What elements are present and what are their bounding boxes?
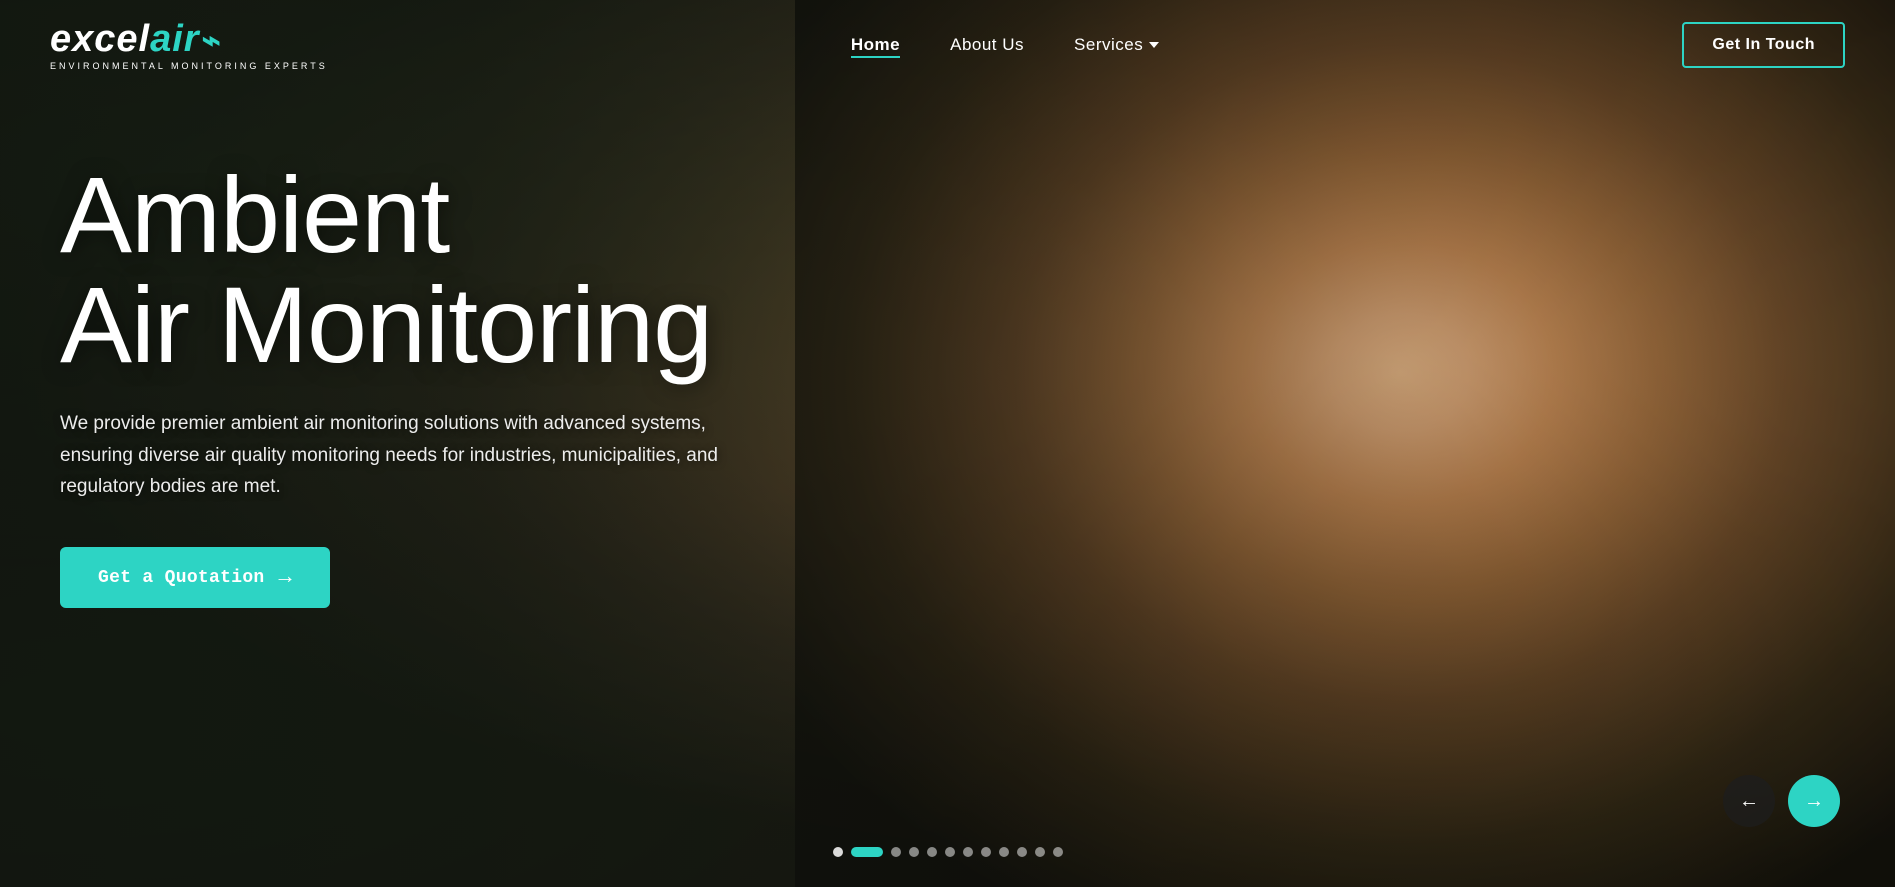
dot-11[interactable] [1035, 847, 1045, 857]
chevron-down-icon [1149, 42, 1159, 48]
nav-item-home[interactable]: Home [851, 35, 900, 55]
hero-section: excelair⌁ ENVIRONMENTAL MONITORING EXPER… [0, 0, 1895, 887]
hero-title: Ambient Air Monitoring [60, 160, 740, 380]
hero-title-line1: Ambient [60, 154, 449, 275]
nav-item-services[interactable]: Services [1074, 35, 1159, 55]
logo-subtitle: ENVIRONMENTAL MONITORING EXPERTS [50, 61, 328, 71]
nav-link-about[interactable]: About Us [950, 35, 1024, 54]
cta-label: Get a Quotation [98, 568, 265, 588]
arrow-right-icon: → [279, 565, 293, 590]
dot-8[interactable] [981, 847, 991, 857]
logo-excel: excel [50, 18, 150, 60]
hero-content: Ambient Air Monitoring We provide premie… [60, 160, 740, 608]
dot-6[interactable] [945, 847, 955, 857]
logo-text: excelair⌁ [50, 20, 222, 58]
slider-next-button[interactable]: → [1788, 775, 1840, 827]
dot-10[interactable] [1017, 847, 1027, 857]
dot-9[interactable] [999, 847, 1009, 857]
nav-link-home[interactable]: Home [851, 35, 900, 58]
nav-item-about[interactable]: About Us [950, 35, 1024, 55]
get-in-touch-button[interactable]: Get In Touch [1682, 22, 1845, 68]
navigation: excelair⌁ ENVIRONMENTAL MONITORING EXPER… [0, 0, 1895, 90]
dot-12[interactable] [1053, 847, 1063, 857]
logo-icon: ⌁ [202, 22, 222, 58]
logo: excelair⌁ ENVIRONMENTAL MONITORING EXPER… [50, 20, 328, 71]
cta-button[interactable]: Get a Quotation → [60, 547, 330, 608]
hero-title-line2: Air Monitoring [60, 264, 712, 385]
hero-description: We provide premier ambient air monitorin… [60, 408, 740, 502]
dot-4[interactable] [909, 847, 919, 857]
logo-air: air [150, 18, 199, 60]
dot-7[interactable] [963, 847, 973, 857]
dot-5[interactable] [927, 847, 937, 857]
nav-link-services[interactable]: Services [1074, 35, 1143, 55]
slider-prev-button[interactable]: ← [1723, 775, 1775, 827]
dot-1[interactable] [833, 847, 843, 857]
services-dropdown[interactable]: Services [1074, 35, 1159, 55]
dot-2[interactable] [851, 847, 883, 857]
slider-dots [833, 847, 1063, 857]
dot-3[interactable] [891, 847, 901, 857]
nav-links: Home About Us Services [851, 35, 1159, 55]
